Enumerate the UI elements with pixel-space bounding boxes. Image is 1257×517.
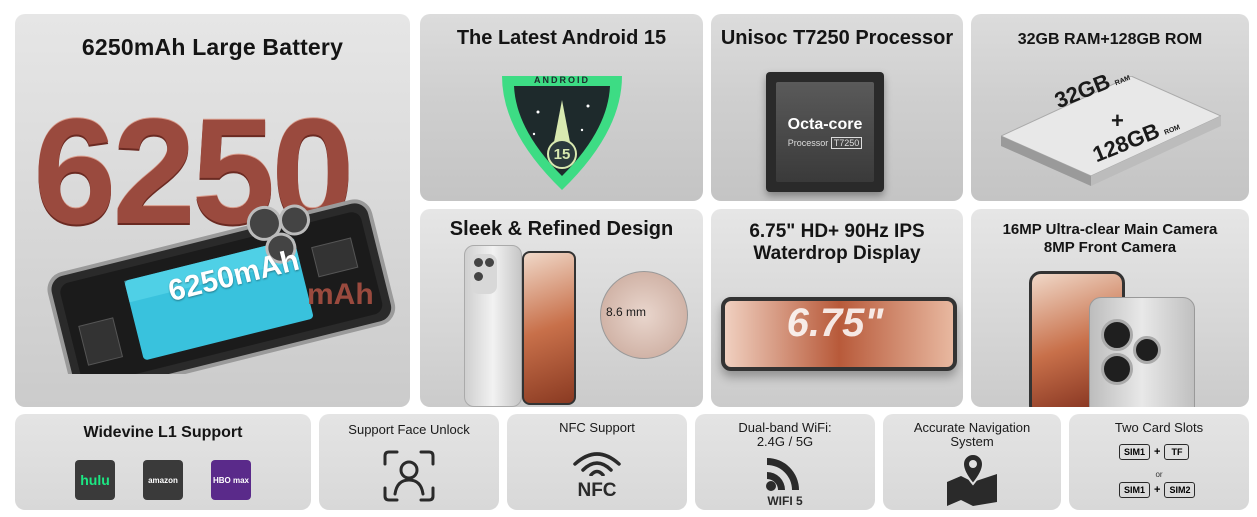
card-slots-title: Two Card Slots [1114, 420, 1204, 435]
camera-card: 16MP Ultra-clear Main Camera 8MP Front C… [971, 209, 1249, 407]
chip-sub-label: Processor [787, 138, 829, 148]
card-slots-card: Two Card Slots SIM1 + TF or SIM1 + SIM2 [1069, 414, 1249, 510]
navigation-title-line1: Accurate Navigation [913, 420, 1031, 435]
hulu-icon: hulu [75, 460, 115, 500]
display-card: 6.75" HD+ 90Hz IPS Waterdrop Display 6.7… [711, 209, 963, 407]
camera-title-line1: 16MP Ultra-clear Main Camera [1002, 221, 1218, 238]
android-title: The Latest Android 15 [456, 27, 667, 49]
wifi-card: Dual-band WiFi: 2.4G / 5G WIFI 5 [695, 414, 875, 510]
processor-card: Unisoc T7250 Processor Octa-core Process… [711, 14, 963, 201]
nfc-waves-icon [571, 450, 623, 476]
phone-front-image [522, 251, 576, 405]
battery-title: 6250mAh Large Battery [81, 34, 344, 60]
navigation-title-line2: System [950, 434, 994, 449]
android-version: 15 [553, 146, 571, 163]
wifi-icon [765, 452, 805, 492]
display-title-line1: 6.75" HD+ 90Hz IPS [749, 221, 925, 242]
slot-plus-bottom: + [1154, 484, 1161, 496]
slot-or-label: or [1155, 470, 1163, 479]
processor-title: Unisoc T7250 Processor [720, 27, 954, 49]
hulu-label: hulu [80, 472, 110, 488]
ram-label: RAM [1114, 74, 1132, 88]
hbo-max-icon: HBO max [211, 460, 251, 500]
face-scan-icon [381, 448, 437, 504]
wifi-title-line2: 2.4G / 5G [756, 434, 814, 449]
memory-card: 32GB RAM+128GB ROM 32GB RAM + 128GB ROM [971, 14, 1249, 201]
phone-back-image [464, 245, 522, 407]
face-unlock-title: Support Face Unlock [348, 422, 470, 437]
android-badge-text: ANDROID [534, 75, 590, 85]
widevine-card: Widevine L1 Support hulu amazon HBO max [15, 414, 311, 510]
camera-title-line2: 8MP Front Camera [1043, 239, 1177, 256]
amazon-label: amazon [148, 475, 178, 485]
display-size-overlay: 6.75" [786, 301, 884, 345]
camera-lens-1 [1101, 319, 1133, 351]
battery-unit: mAh [307, 278, 374, 311]
tf-slot: TF [1164, 444, 1190, 460]
android-card: The Latest Android 15 ANDROID 15 [420, 14, 703, 201]
face-unlock-card: Support Face Unlock [319, 414, 499, 510]
wifi-icon-text: WIFI 5 [767, 494, 803, 508]
display-title-line2: Waterdrop Display [753, 243, 921, 264]
chip-main-label: Octa-core [787, 116, 863, 133]
map-pin-icon [943, 452, 1001, 506]
navigation-card: Accurate Navigation System [883, 414, 1061, 510]
battery-card: 6250mAh Large Battery 6250 6250mAh mAh [15, 14, 410, 407]
android-15-logo [498, 72, 626, 194]
amazon-icon: amazon [143, 460, 183, 500]
design-card: Sleek & Refined Design 8.6 mm [420, 209, 703, 407]
nfc-title: NFC Support [559, 420, 635, 435]
thickness-label: 8.6 mm [606, 305, 647, 319]
design-title: Sleek & Refined Design [449, 218, 674, 240]
sim2-slot: SIM2 [1164, 482, 1196, 498]
rom-label: ROM [1163, 124, 1182, 137]
widevine-title: Widevine L1 Support [83, 424, 243, 441]
slot-plus-top: + [1154, 446, 1161, 458]
nfc-card: NFC Support NFC [507, 414, 687, 510]
hbo-max-label: HBO max [212, 475, 249, 485]
chip-model: T7250 [830, 137, 863, 149]
sim1-slot-bottom: SIM1 [1119, 482, 1151, 498]
memory-title: 32GB RAM+128GB ROM [1017, 31, 1203, 48]
sim1-slot-top: SIM1 [1119, 444, 1151, 460]
wifi-title-line1: Dual-band WiFi: [738, 420, 832, 435]
camera-lens-3 [1133, 336, 1161, 364]
camera-lens-2 [1101, 353, 1133, 385]
nfc-icon-text: NFC [577, 480, 617, 501]
